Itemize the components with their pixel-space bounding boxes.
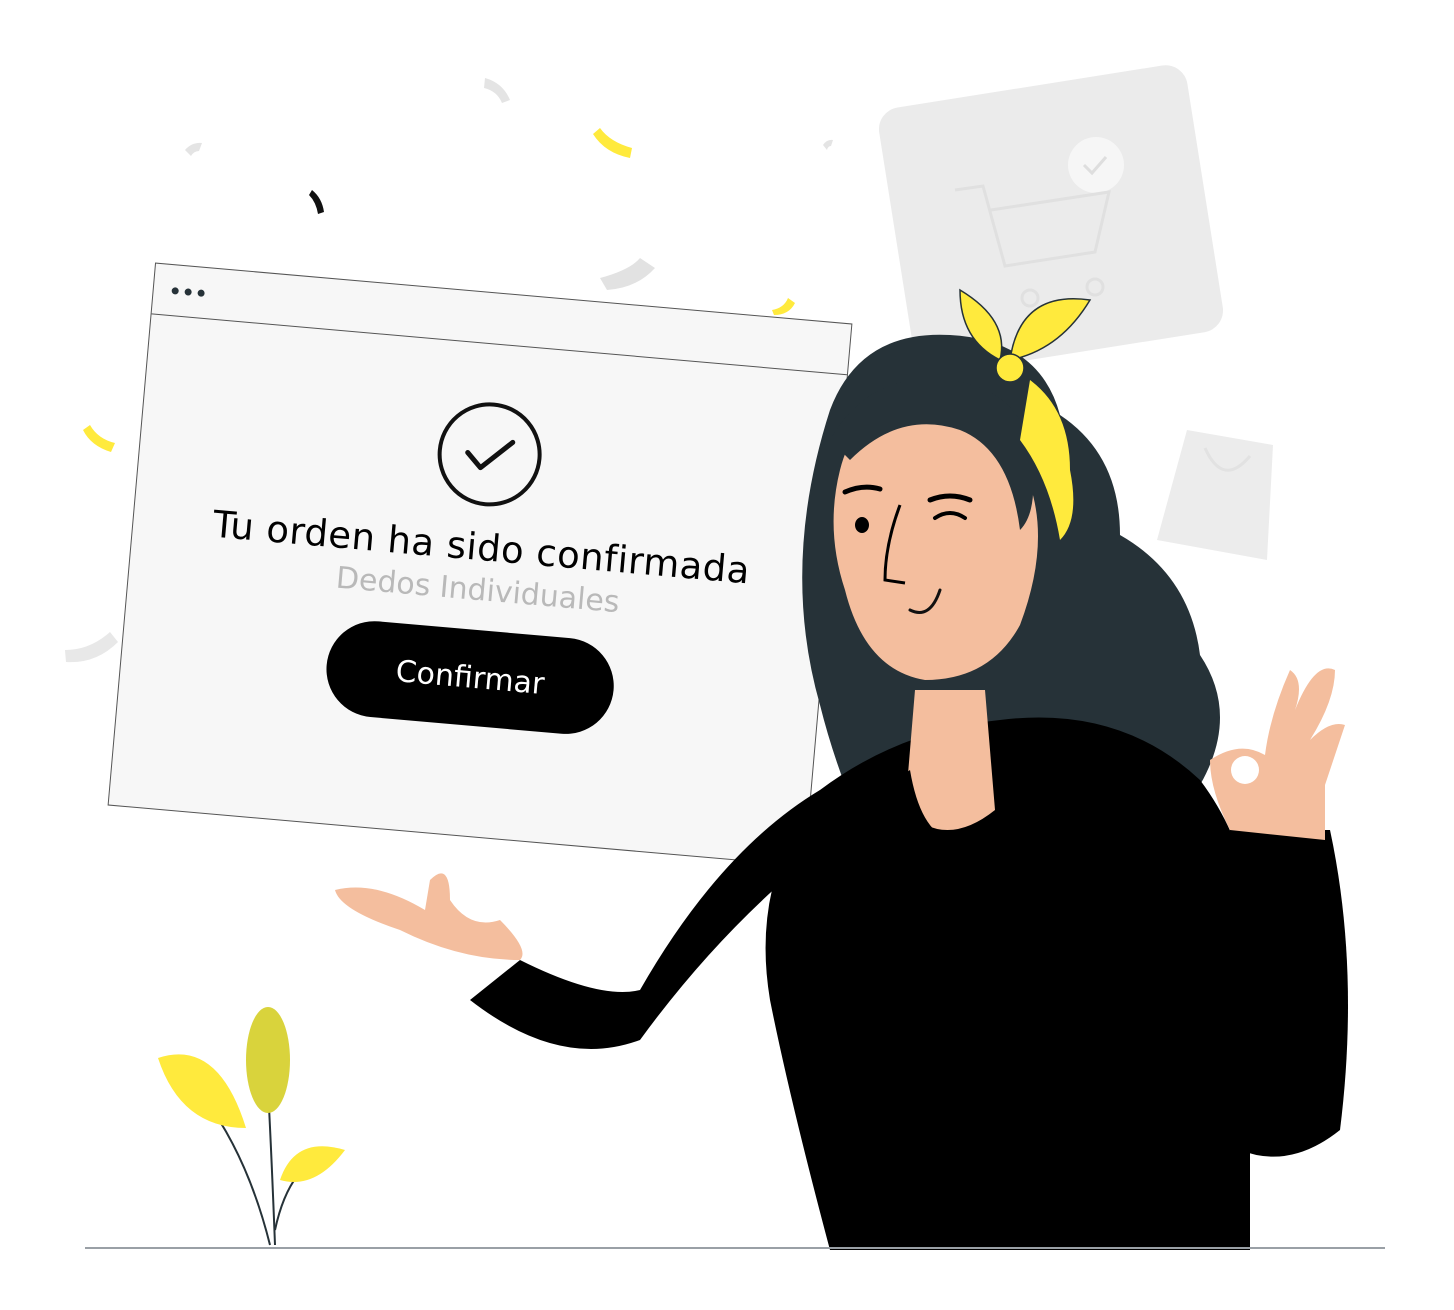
floor-line xyxy=(85,1247,1385,1249)
illustration-scene: Tu orden ha sido confirmada Dedos Indivi… xyxy=(0,0,1454,1310)
woman-character xyxy=(335,288,1348,1250)
